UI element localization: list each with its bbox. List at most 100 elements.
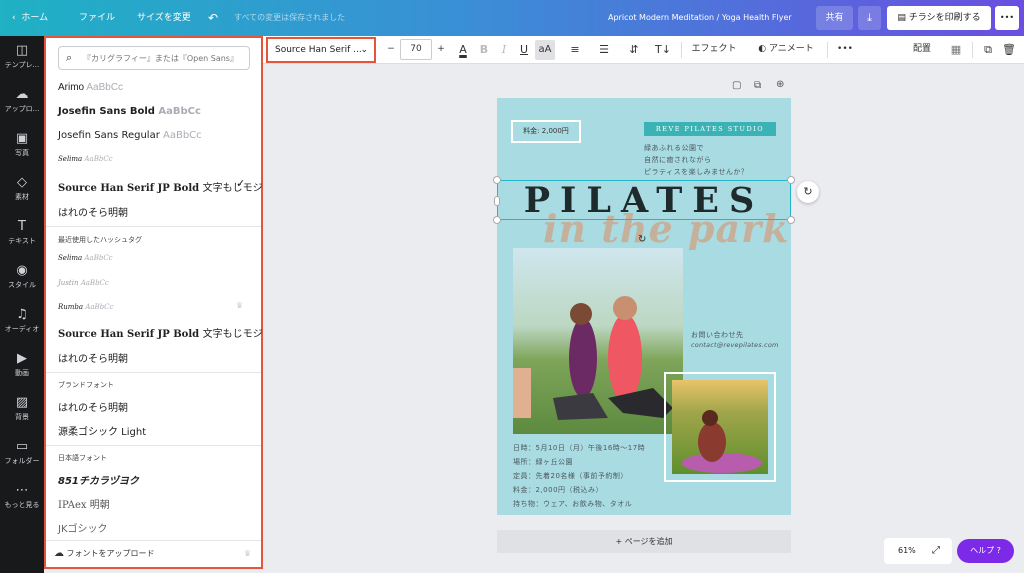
font-item[interactable]: はれのそら明朝: [58, 350, 128, 365]
font-item[interactable]: Josefin Sans Regular AaBbCc: [58, 130, 202, 141]
sidebar-item-text[interactable]: T テキスト: [0, 220, 44, 246]
share-button[interactable]: 共有: [816, 6, 853, 30]
detail-line[interactable]: 日時：5月10日（月）午後16時〜17時: [513, 443, 645, 453]
flyer-page[interactable]: 料金: 2,000円 REVE PILATES STUDIO 緑あふれる公園で …: [493, 98, 795, 515]
add-page-button[interactable]: + ページを追加: [497, 530, 791, 553]
font-item[interactable]: Arimo AaBbCc: [58, 82, 123, 93]
photo-women-exercising: [513, 296, 673, 420]
resize-handle[interactable]: [787, 216, 795, 224]
bold-icon[interactable]: B: [477, 36, 491, 63]
tagline-line[interactable]: 自然に癒されながら: [644, 155, 712, 165]
font-item-selected[interactable]: Source Han Serif JP Bold 文字もじモジ: [58, 179, 263, 194]
left-sidebar: ◫ テンプレ... ☁ アップロ... ▣ 写真 ◇ 素材 T テキスト ◉ スタイル ♫ オ…: [0, 36, 44, 573]
font-item[interactable]: Source Han Serif JP Bold 文字もじモジ: [58, 325, 263, 340]
font-item[interactable]: はれのそら明朝: [58, 204, 128, 219]
font-size-input[interactable]: 70: [400, 39, 432, 60]
sidebar-item-photos[interactable]: ▣ 写真: [0, 132, 44, 158]
font-item[interactable]: IPAex 明朝: [58, 496, 110, 511]
studio-label[interactable]: REVE PILATES STUDIO: [644, 122, 776, 136]
rotate-button[interactable]: ↻: [797, 181, 819, 203]
font-family-dropdown[interactable]: Source Han Serif ... ⌄: [266, 37, 376, 63]
resize-handle[interactable]: [787, 176, 795, 184]
sidebar-item-audio[interactable]: ♫ オーディオ: [0, 308, 44, 334]
contact-email[interactable]: contact@revepilates.com: [691, 341, 779, 349]
selection-frame[interactable]: [497, 180, 791, 220]
list-icon[interactable]: ☰: [597, 36, 611, 63]
rotate-icon[interactable]: ↻: [638, 234, 646, 245]
vertical-text-icon[interactable]: T↓: [655, 36, 671, 63]
download-icon[interactable]: ⤓: [858, 6, 881, 30]
price-box[interactable]: 料金: 2,000円: [511, 120, 581, 143]
sidebar-item-more[interactable]: ⋯ もっと見る: [0, 484, 44, 510]
spacing-icon[interactable]: ⇵: [626, 36, 642, 63]
inset-photo-frame[interactable]: [664, 372, 776, 482]
font-item[interactable]: Justin AaBbCc: [58, 279, 109, 287]
font-item[interactable]: Selima AaBbCc: [58, 155, 113, 163]
detail-line[interactable]: 場所：緑ヶ丘公園: [513, 457, 573, 467]
animate-button[interactable]: ◐ アニメート: [753, 36, 819, 63]
more-options-button[interactable]: •••: [995, 6, 1019, 30]
page-add-icon[interactable]: ⊕: [776, 79, 784, 90]
crown-icon: ♛: [236, 301, 244, 310]
home-button[interactable]: ‹ ホーム: [12, 0, 48, 36]
sidebar-item-background[interactable]: ▨ 背景: [0, 396, 44, 422]
print-flyer-button[interactable]: ▤ チラシを印刷する: [887, 6, 991, 30]
page-duplicate-icon[interactable]: ⧉: [754, 80, 761, 91]
font-item[interactable]: Selima AaBbCc: [58, 254, 113, 262]
page-note-icon[interactable]: ▢: [732, 80, 741, 91]
undo-icon[interactable]: ↶: [208, 0, 218, 36]
zoom-control[interactable]: 61% ⤢: [884, 538, 952, 564]
document-title[interactable]: Apricot Modern Meditation / Yoga Health …: [608, 0, 792, 36]
resize-handle[interactable]: [494, 196, 500, 206]
sidebar-item-folders[interactable]: ▭ フォルダー: [0, 440, 44, 466]
checkmark-icon: ✓: [236, 177, 246, 190]
trash-icon[interactable]: 🗑: [1002, 36, 1016, 63]
font-item[interactable]: JKゴシック: [58, 520, 108, 535]
brand-heading: ブランドフォント: [58, 381, 114, 389]
upload-font-button[interactable]: ☁ フォントをアップロード: [54, 548, 155, 559]
decrease-size-button[interactable]: −: [383, 36, 399, 63]
palette-icon: ◉: [16, 263, 28, 278]
font-item[interactable]: はれのそら明朝: [58, 399, 128, 414]
effects-button[interactable]: エフェクト: [691, 36, 737, 63]
resize-handle[interactable]: [493, 176, 501, 184]
sidebar-item-elements[interactable]: ◇ 素材: [0, 176, 44, 202]
tagline-line[interactable]: 緑あふれる公園で: [644, 143, 704, 153]
text-color-icon[interactable]: A: [455, 36, 471, 63]
contact-label[interactable]: お問い合わせ先: [691, 330, 744, 340]
more-toolbar-button[interactable]: •••: [837, 36, 853, 63]
editor-toolbar: Source Han Serif ... ⌄ − 70 + A B I U aA …: [263, 36, 1024, 64]
italic-icon[interactable]: I: [497, 36, 511, 63]
help-button[interactable]: ヘルプ ?: [957, 539, 1014, 563]
font-search-input[interactable]: [83, 50, 245, 66]
font-item[interactable]: 源柔ゴシック Light: [58, 423, 146, 438]
sidebar-item-templates[interactable]: ◫ テンプレ...: [0, 44, 44, 70]
duplicate-icon[interactable]: ⧉: [981, 36, 995, 63]
letter-case-icon[interactable]: aA: [535, 40, 555, 60]
detail-line[interactable]: 定員：先着20名様（事前予約制）: [513, 471, 628, 481]
main-photo[interactable]: [513, 248, 683, 434]
position-button[interactable]: 配置: [909, 36, 935, 63]
font-search-box[interactable]: ⌕: [58, 46, 250, 70]
underline-icon[interactable]: U: [517, 36, 531, 63]
sidebar-item-styles[interactable]: ◉ スタイル: [0, 264, 44, 290]
resize-handle[interactable]: [493, 216, 501, 224]
fullscreen-icon[interactable]: ⤢: [932, 538, 940, 564]
font-item[interactable]: Rumba AaBbCc: [58, 303, 113, 311]
tagline-line[interactable]: ピラティスを楽しみませんか？: [644, 167, 748, 177]
increase-size-button[interactable]: +: [433, 36, 449, 63]
sidebar-item-uploads[interactable]: ☁ アップロ...: [0, 88, 44, 114]
recent-heading: 最近使用したハッシュタグ: [58, 236, 142, 244]
file-menu[interactable]: ファイル: [79, 0, 115, 36]
transparency-icon[interactable]: ▦: [949, 36, 963, 63]
resize-button[interactable]: サイズを変更: [137, 0, 191, 36]
sidebar-item-video[interactable]: ▶ 動画: [0, 352, 44, 378]
detail-line[interactable]: 持ち物：ウェア、お飲み物、タオル: [513, 499, 632, 509]
folder-icon: ▭: [15, 439, 29, 454]
detail-line[interactable]: 料金：2,000円（税込み）: [513, 485, 603, 495]
font-item[interactable]: 851チカラヅヨク: [58, 472, 139, 487]
align-center-icon[interactable]: ≡: [568, 36, 582, 63]
font-item[interactable]: Josefin Sans Bold AaBbCc: [58, 106, 201, 117]
music-icon: ♫: [16, 307, 28, 322]
divider: [972, 42, 973, 58]
